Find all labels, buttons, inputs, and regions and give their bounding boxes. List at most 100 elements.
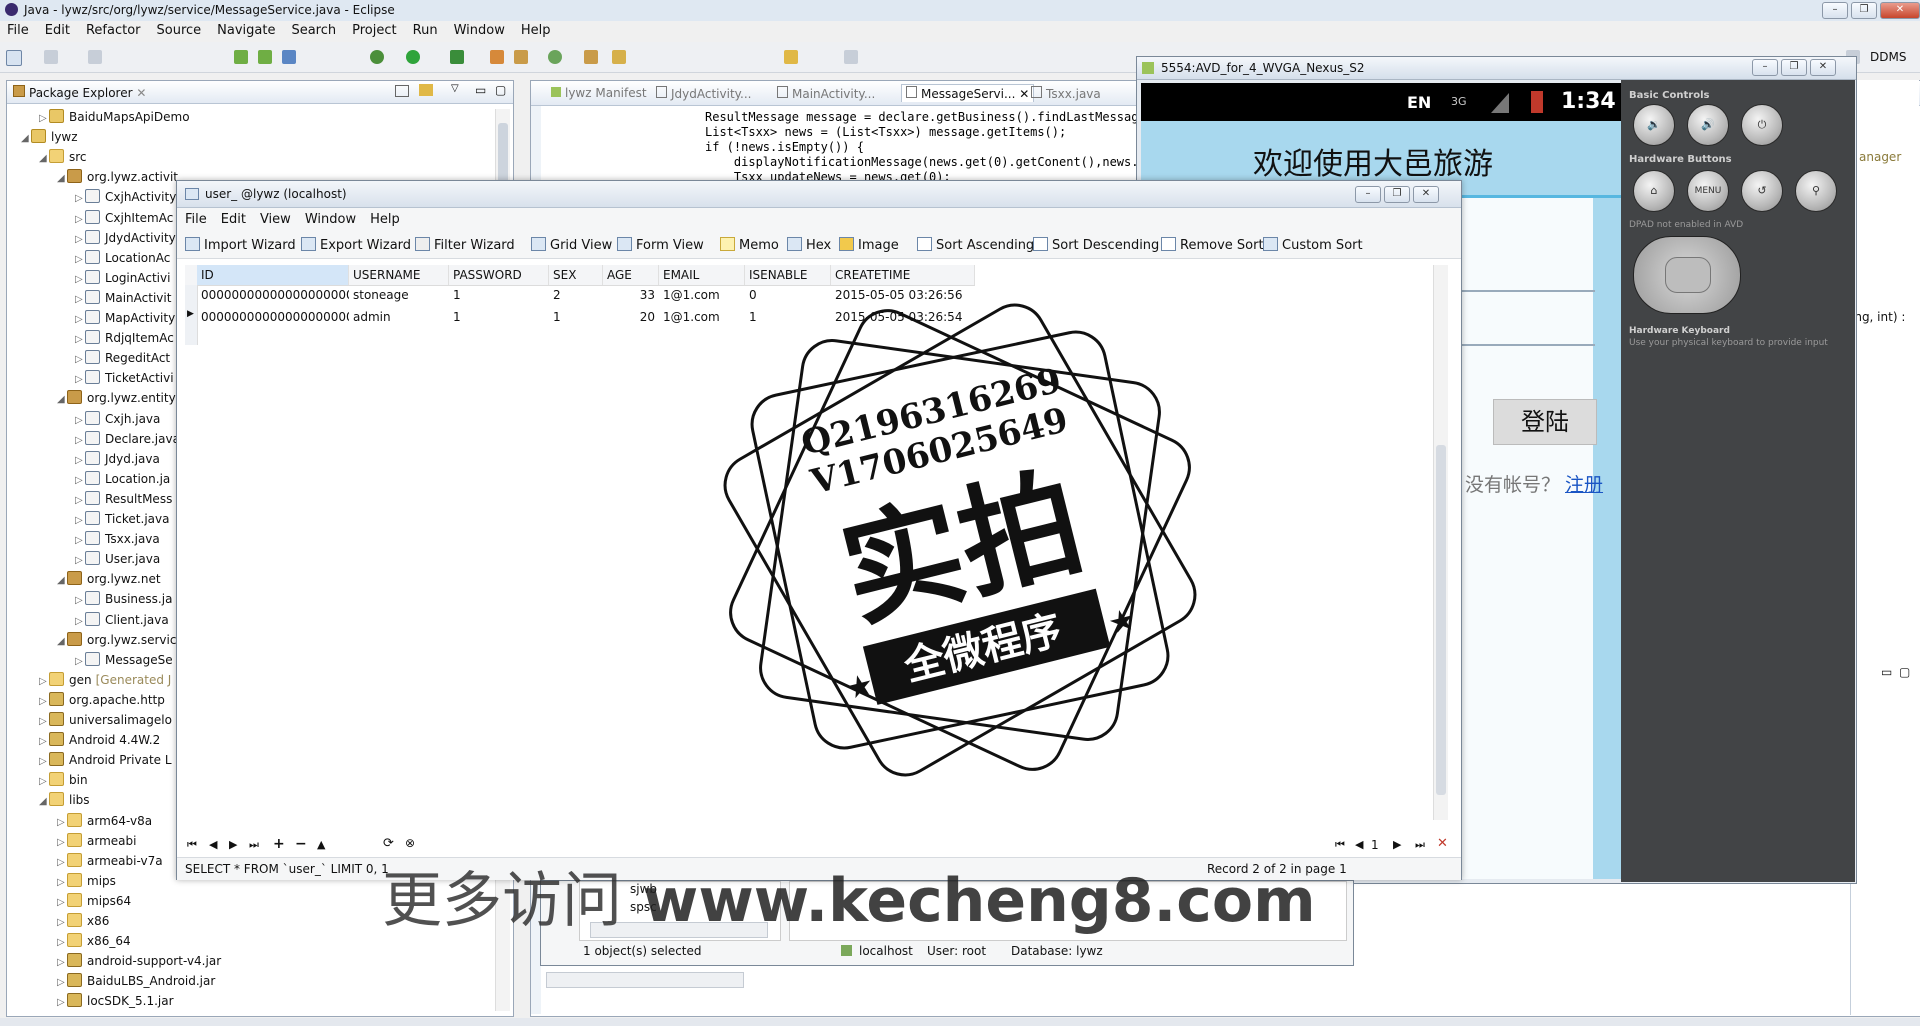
tree-item[interactable]: ▷ gen [Generated J: [39, 670, 171, 690]
grid-scroll-thumb[interactable]: [1436, 445, 1446, 795]
grid-view-button[interactable]: Grid View: [531, 237, 612, 253]
avd-manager-icon[interactable]: [258, 50, 272, 64]
cell-password[interactable]: 1: [449, 307, 549, 327]
close-tab-icon[interactable]: ✕: [136, 86, 146, 100]
close-paging-icon[interactable]: ✕: [1437, 836, 1448, 851]
tree-item[interactable]: ▷ RdjqItemAc: [75, 328, 174, 348]
first-page-icon[interactable]: ⏮: [1335, 838, 1345, 852]
collapsed-arrow-icon[interactable]: ▷: [75, 551, 85, 571]
tree-item[interactable]: ▷ android-support-v4.jar: [57, 951, 221, 971]
collapsed-arrow-icon[interactable]: ▷: [39, 712, 49, 732]
tree-item[interactable]: ▷ MessageSe: [75, 650, 173, 670]
code-line[interactable]: ResultMessage message = declare.getBusin…: [705, 110, 1153, 124]
search-icon[interactable]: [612, 50, 626, 64]
sort-descending-button[interactable]: Sort Descending: [1033, 237, 1159, 253]
username-underline[interactable]: [1461, 290, 1595, 292]
navicat-sidebar-scrollbar[interactable]: [546, 972, 744, 988]
menu-edit[interactable]: Edit: [213, 208, 252, 230]
collapsed-arrow-icon[interactable]: ▷: [75, 189, 85, 209]
cell-username[interactable]: stoneage: [349, 285, 449, 305]
export-wizard-button[interactable]: Export Wizard: [301, 237, 411, 253]
tree-item[interactable]: ▷ Cxjh.java: [75, 409, 160, 429]
menu-help[interactable]: Help: [362, 208, 406, 230]
android-sdk-icon[interactable]: [234, 50, 248, 64]
editor-tab-jdydactivity[interactable]: JdydActivity...: [656, 86, 751, 101]
tree-item[interactable]: ▷ mips: [57, 871, 116, 891]
tree-item[interactable]: ▷ LocationAc: [75, 248, 170, 268]
package-explorer-tab[interactable]: Package Explorer ✕: [13, 85, 146, 100]
menu-help[interactable]: Help: [514, 21, 560, 41]
collapsed-arrow-icon[interactable]: ▷: [39, 772, 49, 792]
editor-tab-tsxx[interactable]: Tsxx.java: [1031, 86, 1101, 101]
menu-run[interactable]: Run: [406, 21, 447, 41]
maximize-view-icon[interactable]: ▢: [1899, 665, 1910, 679]
collapsed-arrow-icon[interactable]: ▷: [75, 290, 85, 310]
tree-item[interactable]: ▷ MapActivity: [75, 308, 175, 328]
menu-project[interactable]: Project: [345, 21, 405, 41]
tree-item[interactable]: ▷ mips64: [57, 891, 131, 911]
collapsed-arrow-icon[interactable]: ▷: [75, 411, 85, 431]
new-java-project-icon[interactable]: [490, 50, 504, 64]
cell-id[interactable]: 00000000000000000000: [197, 307, 349, 327]
column-header-username[interactable]: USERNAME: [349, 265, 449, 285]
collapsed-arrow-icon[interactable]: ▷: [39, 752, 49, 772]
menu-window[interactable]: Window: [297, 208, 362, 230]
tree-item[interactable]: ▷ armeabi: [57, 831, 136, 851]
collapsed-arrow-icon[interactable]: ▷: [75, 230, 85, 250]
collapsed-arrow-icon[interactable]: ▷: [57, 913, 67, 933]
home-button[interactable]: ⌂: [1633, 170, 1675, 212]
maximize-button[interactable]: ❐: [1781, 59, 1807, 76]
expanded-arrow-icon[interactable]: ◢: [57, 632, 67, 652]
form-view-button[interactable]: Form View: [617, 237, 704, 253]
tree-item[interactable]: ▷ TicketActivi: [75, 368, 174, 388]
lint-icon[interactable]: [282, 50, 296, 64]
tree-item[interactable]: ◢ org.lywz.servic: [57, 630, 176, 650]
column-header-isenable[interactable]: ISENABLE: [745, 265, 831, 285]
collapsed-arrow-icon[interactable]: ▷: [57, 973, 67, 993]
tree-item[interactable]: ▷ RegeditAct: [75, 348, 170, 368]
login-button[interactable]: 登陆: [1493, 399, 1597, 445]
new-class-icon[interactable]: [548, 50, 562, 64]
tree-item[interactable]: ▷ CxjhItemAc: [75, 208, 173, 228]
column-header-id[interactable]: ID: [197, 265, 349, 285]
register-link[interactable]: 注册: [1565, 470, 1603, 497]
password-underline[interactable]: [1461, 344, 1595, 346]
editor-tab-manifest[interactable]: lywz Manifest: [551, 86, 647, 100]
tree-item[interactable]: ▷ x86: [57, 911, 109, 931]
save-icon[interactable]: [44, 50, 58, 64]
print-icon[interactable]: [88, 50, 102, 64]
tree-item[interactable]: ▷ Business.ja: [75, 589, 172, 609]
column-header-password[interactable]: PASSWORD: [449, 265, 549, 285]
cell-password[interactable]: 1: [449, 285, 549, 305]
sort-ascending-button[interactable]: Sort Ascending: [917, 237, 1034, 253]
minimize-button[interactable]: –: [1752, 59, 1778, 76]
collapse-all-icon[interactable]: [395, 85, 409, 97]
image-button[interactable]: Image: [839, 237, 899, 253]
close-button[interactable]: ✕: [1880, 2, 1920, 19]
tree-item[interactable]: ◢ org.lywz.activit: [57, 167, 178, 187]
collapsed-arrow-icon[interactable]: ▷: [75, 652, 85, 672]
tree-item[interactable]: ▷ BaiduLBS_Android.jar: [57, 971, 215, 991]
tree-item[interactable]: ▷ bin: [39, 770, 88, 790]
tree-item[interactable]: ▷ arm64-v8a: [57, 811, 152, 831]
collapsed-arrow-icon[interactable]: ▷: [57, 853, 67, 873]
view-menu-icon[interactable]: ▽: [451, 83, 459, 94]
remove-sort-button[interactable]: Remove Sort: [1161, 237, 1264, 253]
close-button[interactable]: ✕: [1413, 186, 1439, 203]
power-button[interactable]: ⏻: [1741, 104, 1783, 146]
collapsed-arrow-icon[interactable]: ▷: [57, 993, 67, 1013]
collapsed-arrow-icon[interactable]: ▷: [57, 813, 67, 833]
menu-file[interactable]: File: [177, 208, 213, 230]
minimize-button[interactable]: –: [1355, 186, 1381, 203]
collapsed-arrow-icon[interactable]: ▷: [75, 471, 85, 491]
run-icon[interactable]: [406, 50, 420, 64]
tree-item[interactable]: ▷ armeabi-v7a: [57, 851, 163, 871]
editor-tab-messageservice[interactable]: MessageServi... ✕: [901, 84, 1035, 102]
grid-vertical-scrollbar[interactable]: [1433, 265, 1448, 820]
tree-item[interactable]: ▷ BaiduMapsApiDemo: [39, 107, 190, 127]
link-editor-icon[interactable]: [419, 84, 433, 96]
tree-item[interactable]: ◢ src: [39, 147, 87, 167]
tree-item[interactable]: ▷ x86_64: [57, 931, 131, 951]
import-wizard-button[interactable]: Import Wizard: [185, 237, 296, 253]
collapsed-arrow-icon[interactable]: ▷: [75, 370, 85, 390]
